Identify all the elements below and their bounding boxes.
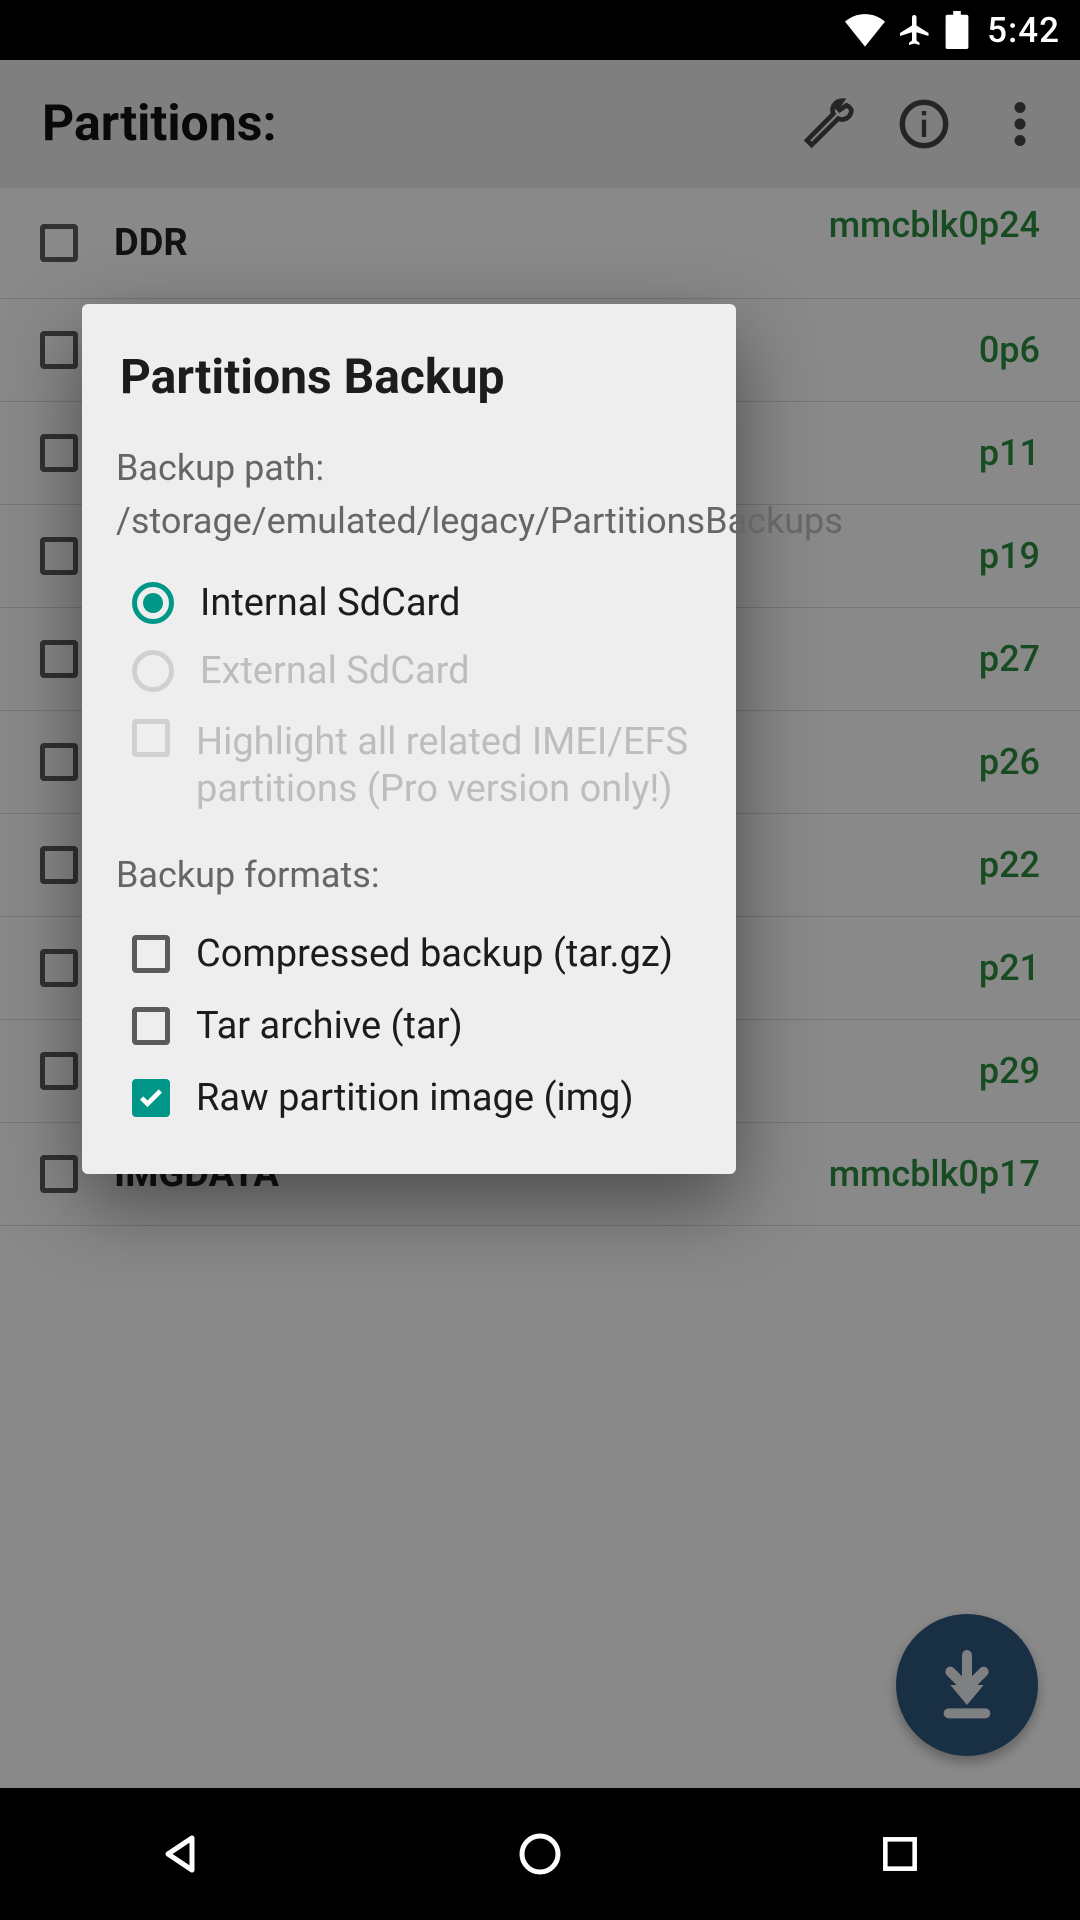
formats-label: Backup formats: — [116, 852, 702, 899]
nav-bar — [0, 1788, 1080, 1920]
internal-sdcard-label: Internal SdCard — [200, 581, 460, 625]
format-compressed-option[interactable]: Compressed backup (tar.gz) — [116, 918, 702, 990]
external-sdcard-label: External SdCard — [200, 649, 470, 693]
radio-unselected-icon — [132, 650, 174, 692]
recents-button[interactable] — [870, 1824, 930, 1884]
airplane-icon — [897, 12, 933, 48]
checkbox-disabled-icon — [132, 719, 170, 757]
wifi-icon — [845, 13, 885, 47]
home-button[interactable] — [510, 1824, 570, 1884]
format-tar-label: Tar archive (tar) — [196, 1004, 463, 1048]
pro-highlight-label: Highlight all related IMEI/EFS partition… — [196, 719, 702, 814]
internal-sdcard-option[interactable]: Internal SdCard — [116, 569, 702, 637]
dialog-title: Partitions Backup — [116, 348, 702, 405]
checkbox-icon[interactable] — [132, 935, 170, 973]
external-sdcard-option: External SdCard — [116, 637, 702, 705]
format-raw-label: Raw partition image (img) — [196, 1076, 634, 1120]
status-bar: 5:42 — [0, 0, 1080, 60]
radio-selected-icon[interactable] — [132, 582, 174, 624]
checkbox-checked-icon[interactable] — [132, 1079, 170, 1117]
back-button[interactable] — [150, 1824, 210, 1884]
checkbox-icon[interactable] — [132, 1007, 170, 1045]
partitions-backup-dialog: Partitions Backup Backup path: /storage/… — [82, 304, 736, 1174]
format-raw-option[interactable]: Raw partition image (img) — [116, 1062, 702, 1134]
pro-highlight-option: Highlight all related IMEI/EFS partition… — [116, 705, 702, 826]
status-time: 5:42 — [987, 10, 1060, 51]
battery-icon — [945, 11, 969, 49]
backup-path-label: Backup path: — [116, 445, 702, 492]
format-tar-option[interactable]: Tar archive (tar) — [116, 990, 702, 1062]
format-compressed-label: Compressed backup (tar.gz) — [196, 932, 673, 976]
backup-path-value: /storage/emulated/legacy/PartitionsBacku… — [116, 498, 702, 545]
